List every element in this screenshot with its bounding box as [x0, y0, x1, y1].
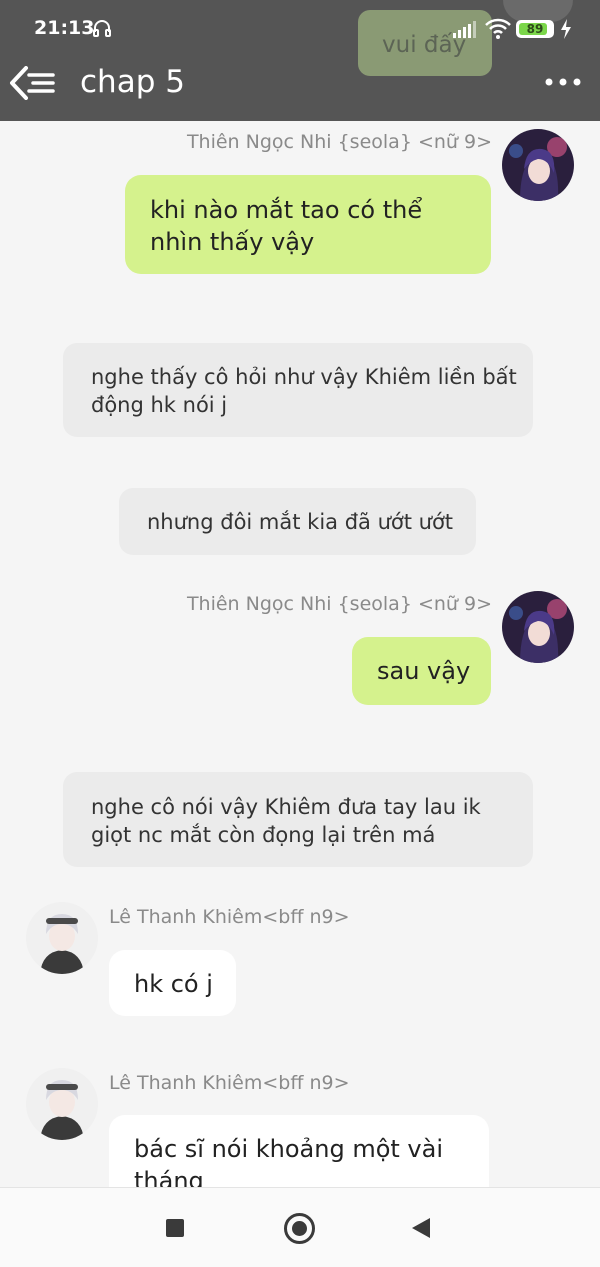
app-header: vui đấy 21:13 89 chap 5 [0, 0, 600, 121]
message-bubble[interactable]: sau vậy [352, 637, 491, 705]
sender-name: Thiên Ngọc Nhi {seola} <nữ 9> [186, 131, 492, 153]
receiver-avatar[interactable] [26, 1068, 98, 1140]
narration-text-line: nghe cô nói vậy Khiêm đưa tay lau ik [91, 795, 481, 819]
message-bubble[interactable]: khi nào mắt tao có thể nhìn thấy vậy [125, 175, 491, 274]
message-text-line: nhìn thấy vậy [150, 228, 315, 256]
headphone-icon [93, 20, 111, 37]
message-text-line: bác sĩ nói khoảng một vài [134, 1135, 444, 1163]
message-bubble[interactable]: hk có j [109, 950, 236, 1016]
narration-text-line: giọt nc mắt còn đọng lại trên má [91, 823, 436, 847]
message-text-line: sau vậy [377, 657, 471, 685]
narration-text-line: nhưng đôi mắt kia đã ướt ướt [147, 510, 454, 534]
narration-text-line: động hk nói j [91, 393, 228, 417]
narration-block: nghe cô nói vậy Khiêm đưa tay lau ik giọ… [63, 772, 533, 867]
more-options-icon[interactable] [545, 78, 581, 86]
narration-block: nhưng đôi mắt kia đã ướt ướt [119, 488, 476, 555]
receiver-avatar[interactable] [26, 902, 98, 974]
receiver-name: Lê Thanh Khiêm<bff n9> [109, 1072, 350, 1094]
back-menu-icon[interactable] [9, 66, 57, 100]
back-button[interactable] [411, 1217, 431, 1239]
battery-percent: 89 [526, 22, 544, 36]
wifi-icon [485, 18, 511, 39]
sender-name: Thiên Ngọc Nhi {seola} <nữ 9> [186, 593, 492, 615]
signal-icon [453, 21, 476, 38]
status-time: 21:13 [34, 17, 95, 39]
sender-avatar[interactable] [502, 591, 574, 663]
message-text-line: hk có j [134, 970, 213, 998]
home-button[interactable] [284, 1213, 315, 1244]
system-navigation-bar [0, 1187, 600, 1267]
home-button-dot [292, 1221, 307, 1236]
receiver-name: Lê Thanh Khiêm<bff n9> [109, 906, 350, 928]
narration-text-line: nghe thấy cô hỏi như vậy Khiêm liền bất [91, 365, 517, 389]
sender-avatar[interactable] [502, 129, 574, 201]
chapter-title: chap 5 [80, 64, 185, 100]
recent-apps-button[interactable] [166, 1219, 184, 1237]
charging-bolt-icon [561, 19, 571, 39]
narration-block: nghe thấy cô hỏi như vậy Khiêm liền bất … [63, 343, 533, 437]
battery-indicator: 89 [516, 20, 554, 38]
message-text-line: khi nào mắt tao có thể [150, 196, 423, 224]
